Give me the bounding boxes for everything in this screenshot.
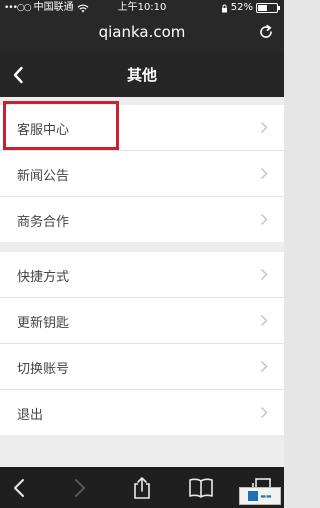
menu-item-switch-account[interactable]: 切换账号 [0,344,284,390]
browser-toolbar: ▬▬ [0,467,284,508]
chevron-right-icon [260,268,268,281]
chevron-right-icon [260,213,268,226]
watermark-lines: ▬▬ [260,492,272,500]
browser-forward-button[interactable] [67,475,93,501]
reload-icon[interactable] [257,23,275,41]
menu-item-logout[interactable]: 退出 [0,390,284,435]
chevron-right-icon [260,167,268,180]
menu-item-label: 商务合作 [17,215,70,230]
menu-item-label: 更新钥匙 [17,316,70,331]
menu-item-label: 退出 [17,408,44,423]
bookmarks-icon [189,478,213,498]
menu-item-shortcut[interactable]: 快捷方式 [0,252,284,298]
menu-item-label: 新闻公告 [17,169,70,184]
orientation-lock-icon [221,4,227,12]
menu-item-update-key[interactable]: 更新钥匙 [0,298,284,344]
menu-group-primary: 客服中心 新闻公告 商务合作 [0,105,284,242]
browser-back-button[interactable] [6,475,32,501]
chevron-right-icon [260,121,268,134]
app-header: 其他 [0,53,284,97]
browser-topbar: •••○○ 中国联通 上午10:10 52% qianka.com [0,0,284,53]
chevron-right-icon [260,360,268,373]
site-watermark-logo: ▬▬ [239,487,281,505]
address-bar[interactable]: qianka.com [0,20,284,46]
battery-icon [256,3,280,13]
bookmarks-button[interactable] [188,475,214,501]
page-title: 其他 [126,66,157,84]
chevron-right-icon [260,406,268,419]
forward-arrow-icon [75,479,85,497]
menu-item-business[interactable]: 商务合作 [0,197,284,242]
screen: •••○○ 中国联通 上午10:10 52% qianka.com 其他 客服中… [0,0,284,508]
back-arrow-icon [14,479,24,497]
battery-level-fill [258,5,268,11]
menu-item-label: 客服中心 [17,123,70,138]
url-text[interactable]: qianka.com [0,23,284,41]
menu-group-secondary: 快捷方式 更新钥匙 切换账号 退出 [0,252,284,435]
battery-percent: 52% [230,2,253,13]
share-button[interactable] [129,475,155,501]
menu-item-label: 切换账号 [17,362,70,377]
status-bar: •••○○ 中国联通 上午10:10 52% [0,0,284,16]
menu-item-news[interactable]: 新闻公告 [0,151,284,197]
watermark-logo-mark [248,491,259,501]
share-icon [134,477,150,499]
status-right: 52% [221,0,280,16]
menu-item-customer-service[interactable]: 客服中心 [0,105,284,151]
menu-item-label: 快捷方式 [17,270,70,285]
chevron-right-icon [260,314,268,327]
